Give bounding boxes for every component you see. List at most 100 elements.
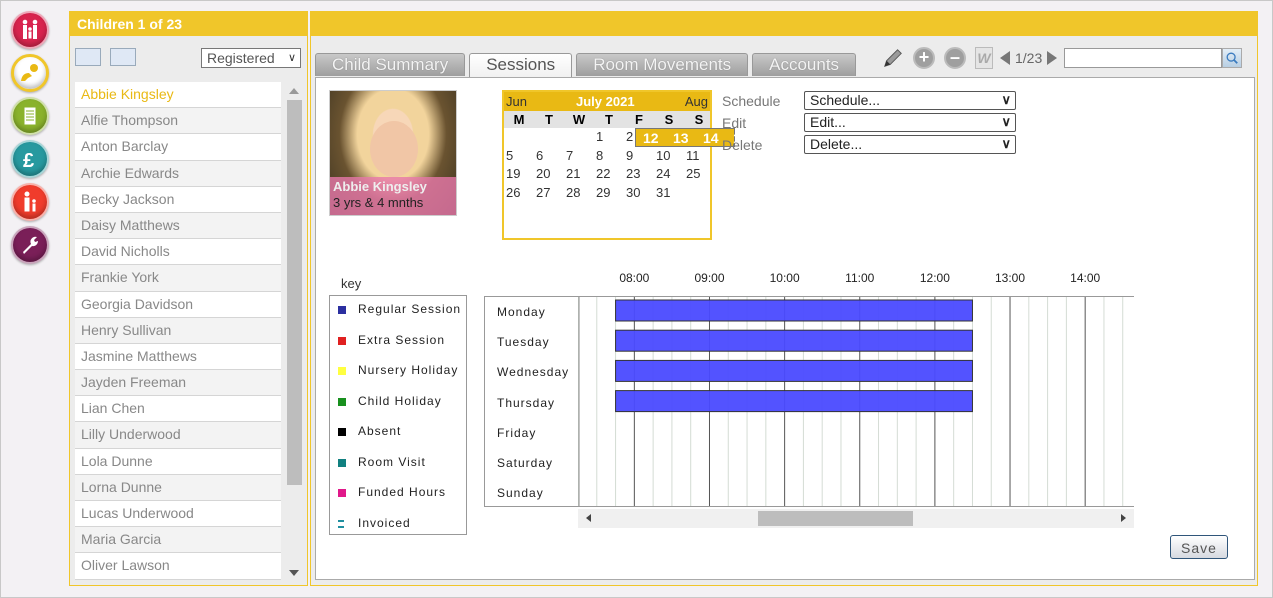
session-bar[interactable]	[615, 390, 973, 413]
timeline-scrollbar[interactable]	[578, 509, 1134, 528]
child-list-item[interactable]: Alfie Thompson	[75, 108, 281, 135]
calendar-day[interactable]: 8	[594, 147, 624, 166]
tab-room-movements[interactable]: Room Movements	[576, 53, 749, 76]
edit-pencil-icon[interactable]	[881, 46, 905, 70]
calendar-next-month[interactable]: Aug	[685, 92, 708, 111]
delete-select[interactable]: Delete... ∨	[804, 135, 1016, 154]
calendar-day[interactable]	[534, 128, 564, 147]
child-list-item[interactable]: Henry Sullivan	[75, 317, 281, 344]
tab-sessions[interactable]: Sessions	[469, 53, 573, 78]
calendar-day[interactable]: 19	[504, 165, 534, 184]
calendar-day[interactable]: 12	[641, 129, 671, 147]
session-timeline[interactable]	[578, 296, 1134, 507]
calendar-day[interactable]: 26	[504, 184, 534, 203]
nav-finance-icon[interactable]: £	[11, 140, 49, 178]
calendar-day[interactable]: 24	[654, 165, 684, 184]
child-list-item[interactable]: Oliver Lawson	[75, 553, 281, 580]
calendar-day[interactable]	[504, 128, 534, 147]
calendar-day[interactable]: 13	[671, 129, 701, 147]
calendar-day[interactable]: 22	[594, 165, 624, 184]
child-list-item[interactable]: Maria Garcia	[75, 527, 281, 554]
time-label: 14:00	[1070, 271, 1101, 285]
child-list-item[interactable]: David Nicholls	[75, 239, 281, 266]
calendar-day[interactable]: 27	[534, 184, 564, 203]
tab-child-summary[interactable]: Child Summary	[315, 53, 466, 76]
nav-register-icon[interactable]	[11, 97, 49, 135]
child-list-item[interactable]: Jasmine Matthews	[75, 343, 281, 371]
child-age: 3 yrs & 4 mnths	[333, 195, 424, 210]
schedule-select[interactable]: Schedule... ∨	[804, 91, 1016, 110]
calendar-day[interactable]: 23	[624, 165, 654, 184]
calendar-day[interactable]: 9	[624, 147, 654, 166]
calendar-day[interactable]: 16	[761, 129, 791, 147]
search-input[interactable]	[1064, 48, 1223, 68]
registration-filter-select[interactable]: Registered ∨	[201, 48, 301, 68]
child-list-item[interactable]: Lucas Underwood	[75, 501, 281, 528]
child-list-item[interactable]: Lilly Underwood	[75, 422, 281, 449]
calendar-day[interactable]: 20	[534, 165, 564, 184]
nav-settings-icon[interactable]	[11, 226, 49, 264]
calendar-week-row[interactable]: 12131415161718	[635, 128, 839, 147]
child-list-item[interactable]: Archie Edwards	[75, 160, 281, 187]
grid-view-icon[interactable]	[110, 48, 136, 66]
week-calendar: Jun July 2021 Aug MTWTFSS 12345678910111…	[502, 90, 839, 240]
session-bar[interactable]	[615, 329, 973, 352]
save-button[interactable]: Save	[1170, 535, 1228, 559]
previous-child-icon[interactable]	[1000, 51, 1010, 65]
child-list-item[interactable]: Anton Barclay	[75, 134, 281, 161]
session-bar[interactable]	[615, 359, 973, 382]
calendar-day[interactable]: 28	[564, 184, 594, 203]
children-panel: Children 1 of 23 Registered ∨ Abbie King…	[69, 11, 308, 586]
child-list-item[interactable]: Daisy Matthews	[75, 212, 281, 240]
calendar-day[interactable]: 29	[594, 184, 624, 203]
calendar-day[interactable]: 6	[534, 147, 564, 166]
scroll-up-icon[interactable]	[289, 88, 299, 94]
search-icon[interactable]	[1222, 48, 1243, 68]
next-child-icon[interactable]	[1047, 51, 1058, 65]
calendar-day[interactable]: 25	[684, 165, 714, 184]
children-list-scrollbar[interactable]	[285, 82, 303, 582]
nav-staff-icon[interactable]	[11, 183, 49, 221]
scroll-left-icon[interactable]	[586, 514, 591, 522]
nav-children-icon[interactable]	[11, 54, 49, 92]
calendar-day[interactable]: 7	[564, 147, 594, 166]
add-icon[interactable]: +	[912, 46, 936, 70]
day-label: Tuesday	[497, 335, 550, 350]
calendar-day[interactable]: 30	[624, 184, 654, 203]
key-label: Nursery Holiday	[358, 363, 459, 377]
scroll-right-icon[interactable]	[1121, 514, 1126, 522]
calendar-day[interactable]	[564, 128, 594, 147]
calendar-week-row[interactable]: 19 20 21 22 23 24 25	[504, 165, 710, 184]
child-list-item[interactable]: Lola Dunne	[75, 448, 281, 475]
tab-accounts[interactable]: Accounts	[752, 53, 857, 76]
child-list-item[interactable]: Abbie Kingsley	[75, 82, 281, 109]
calendar-day[interactable]: 5	[504, 147, 534, 166]
nav-family-icon[interactable]	[11, 11, 49, 49]
scroll-thumb[interactable]	[287, 100, 302, 485]
calendar-week-row[interactable]: 5 6 7 8 9 10 11	[504, 147, 710, 166]
calendar-prev-month[interactable]: Jun	[506, 92, 527, 111]
key-item: Room Visit	[330, 449, 466, 480]
child-list-item[interactable]: Lorna Dunne	[75, 474, 281, 501]
remove-icon[interactable]: –	[943, 46, 967, 70]
calendar-week-row[interactable]: 26 27 28 29 30 31	[504, 184, 710, 203]
calendar-day[interactable]: 21	[564, 165, 594, 184]
calendar-day[interactable]: 10	[654, 147, 684, 166]
child-list-item[interactable]: Frankie York	[75, 265, 281, 292]
child-list-item[interactable]: Lian Chen	[75, 396, 281, 423]
page-count: 1/23	[1015, 50, 1043, 66]
edit-select[interactable]: Edit... ∨	[804, 113, 1016, 132]
scroll-down-icon[interactable]	[289, 570, 299, 576]
child-list-item[interactable]: Georgia Davidson	[75, 291, 281, 318]
child-list-item[interactable]: Jayden Freeman	[75, 370, 281, 397]
calendar-day[interactable]: 1	[594, 128, 624, 147]
timeline-scroll-thumb[interactable]	[758, 511, 913, 526]
session-bar[interactable]	[615, 299, 973, 322]
list-view-icon[interactable]	[75, 48, 101, 66]
calendar-day[interactable]: 11	[684, 147, 714, 166]
calendar-day[interactable]	[684, 184, 714, 203]
session-key: Regular Session Extra Session Nursery Holi…	[329, 295, 467, 535]
word-document-icon[interactable]: W	[974, 46, 994, 70]
calendar-day[interactable]: 31	[654, 184, 684, 203]
child-list-item[interactable]: Becky Jackson	[75, 186, 281, 213]
